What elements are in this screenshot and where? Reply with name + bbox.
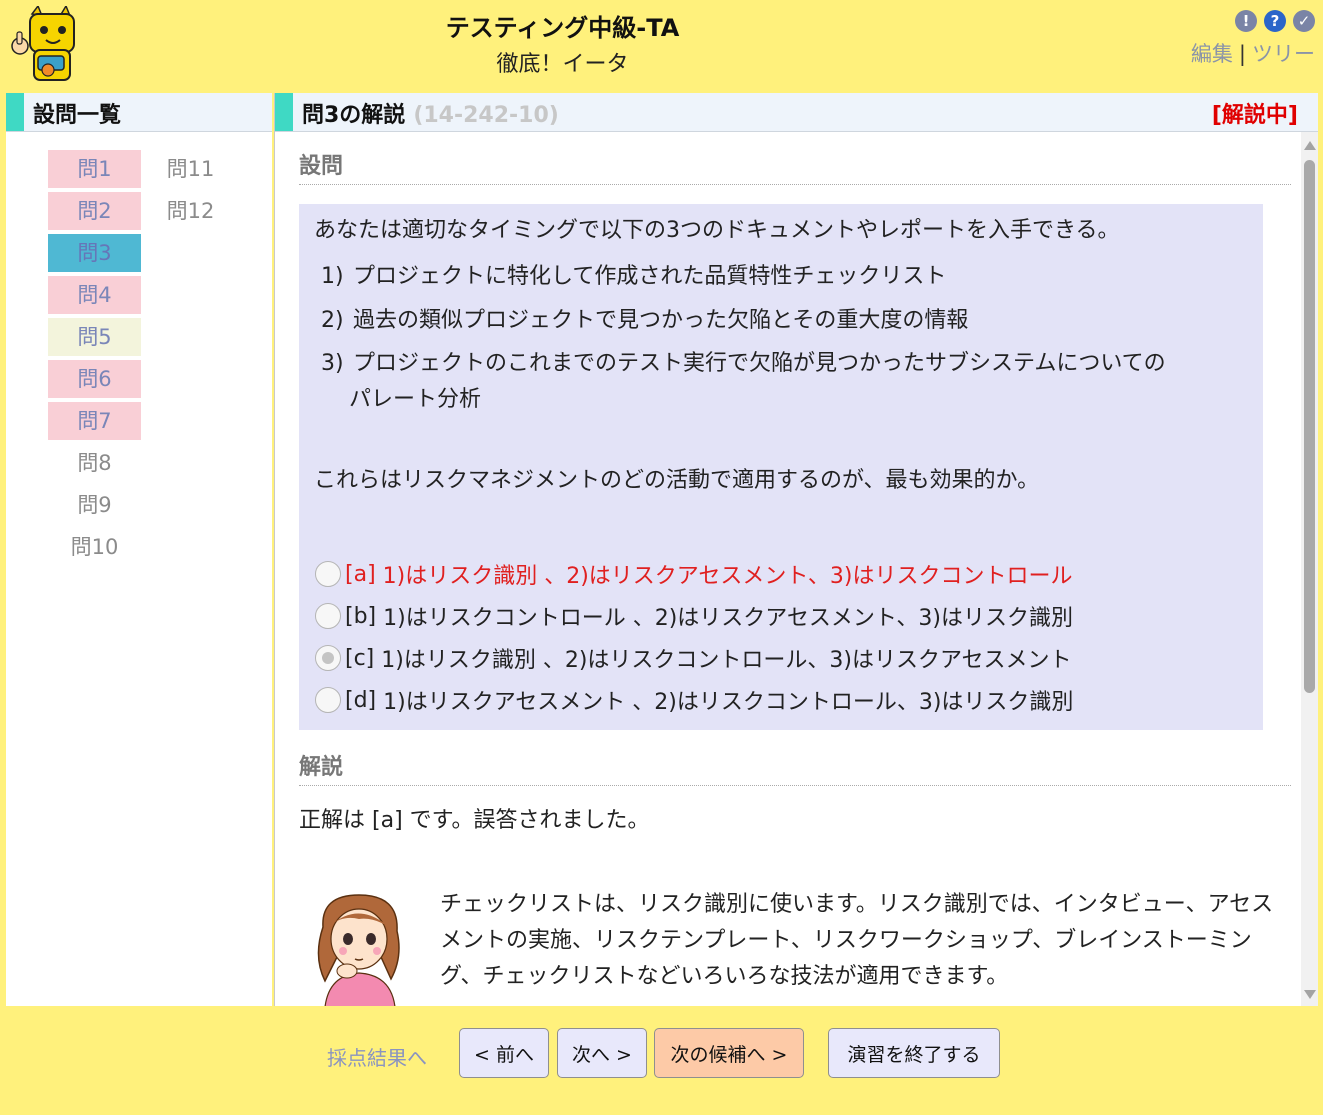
option-key: [c] [345,645,375,671]
item-number: 2) [321,308,344,333]
question-item-12[interactable]: 問12 [144,192,237,230]
footer-bar: 採点結果へ < 前へ 次へ > 次の候補へ > 演習を終了する [0,1006,1323,1115]
info-icon[interactable]: ! [1235,10,1257,32]
question-item-2[interactable]: 問2 [48,192,141,230]
status-badge: [解説中] [1211,103,1298,128]
question-list-title: 設問一覧 [33,103,122,128]
option-key: [b] [345,603,377,629]
option-d[interactable]: [d] 1)はリスクアセスメント 、2)はリスクコントロール、3)はリスク識別 [315,684,1073,716]
question-item-4[interactable]: 問4 [48,276,141,314]
option-text: 1)はリスクコントロール 、2)はリスクアセスメント、3)はリスク識別 [383,606,1073,631]
question-item-3[interactable]: 問3 [48,234,141,272]
option-c[interactable]: [c] 1)はリスク識別 、2)はリスクコントロール、3)はリスクアセスメント [315,642,1072,674]
question-item-7[interactable]: 問7 [48,402,141,440]
header-icons: ! ? ✓ [1235,10,1315,32]
app-title: テスティング中級-TA [445,14,680,42]
prev-button[interactable]: < 前へ [459,1028,549,1078]
item-text: 過去の類似プロジェクトで見つかった欠陥とその重大度の情報 [353,308,969,333]
explanation-text: チェックリストは、リスク識別に使います。リスク識別では、インタビュー、アセスメン… [440,892,1274,989]
answer-prefix: 正解は [299,808,366,833]
option-key: [d] [345,687,377,713]
question-intro: あなたは適切なタイミングで以下の3つのドキュメントやレポートを入手できる。 [314,218,1120,243]
answer-line: 正解は [a] です。誤答されました。 [299,802,649,834]
question-item-6[interactable]: 問6 [48,360,141,398]
check-icon[interactable]: ✓ [1293,10,1315,32]
question-item-10[interactable]: 問10 [48,528,141,566]
scroll-thumb[interactable] [1304,160,1315,693]
option-text: 1)はリスク識別 、2)はリスクコントロール、3)はリスクアセスメント [381,648,1072,673]
character-illustration [317,894,400,1006]
question-item-5[interactable]: 問5 [48,318,141,356]
results-link[interactable]: 採点結果へ [327,1042,427,1071]
section-question-heading: 設問 [299,148,1291,185]
question-item-9[interactable]: 問9 [48,486,141,524]
next-button[interactable]: 次へ > [557,1028,647,1078]
header-accent-bar [275,93,293,131]
item-text: プロジェクトに特化して作成された品質特性チェックリスト [353,264,947,289]
explanation-title: 問3の解説 (14-242-10) [302,97,559,129]
tree-link[interactable]: ツリー [1252,42,1315,66]
question-id: (14-242-10) [413,103,559,128]
question-item-1[interactable]: 問1 [48,150,141,188]
option-text: 1)はリスクアセスメント 、2)はリスクコントロール、3)はリスク識別 [383,690,1074,715]
radio-a[interactable] [315,561,341,587]
question-title: 問3の解説 [302,103,406,128]
question-item-line: 3) プロジェクトのこれまでのテスト実行で欠陥が見つかったサブシステムについての … [321,346,1241,418]
link-separator: | [1238,42,1246,66]
header-accent-bar [6,93,24,131]
question-list-header: 設問一覧 [6,93,272,132]
question-ask: これらはリスクマネジメントのどの活動で適用するのが、最も効果的か。 [314,468,1040,493]
next-candidate-button[interactable]: 次の候補へ > [654,1028,804,1078]
end-exercise-button[interactable]: 演習を終了する [828,1028,1000,1078]
explanation-panel: 問3の解説 (14-242-10) [解説中] 設問 あなたは適切なタイミングで以… [274,93,1318,1006]
header-links: 編集 | ツリー [1191,38,1315,68]
scroll-up-icon[interactable] [1304,141,1316,150]
question-item-line: 2) 過去の類似プロジェクトで見つかった欠陥とその重大度の情報 [321,303,1241,339]
item-number: 1) [321,264,344,289]
item-text-continued: パレート分析 [349,387,482,412]
help-icon[interactable]: ? [1264,10,1286,32]
question-item-8[interactable]: 問8 [48,444,141,482]
radio-d[interactable] [315,687,341,713]
radio-b[interactable] [315,603,341,629]
answer-suffix: です。誤答されました。 [409,808,650,833]
option-key: [a] [345,561,376,587]
item-text: プロジェクトのこれまでのテスト実行で欠陥が見つかったサブシステムについての [353,351,1166,376]
scroll-down-icon[interactable] [1304,990,1316,999]
answer-key: [a] [372,808,403,833]
content-scroll-area[interactable]: 設問 あなたは適切なタイミングで以下の3つのドキュメントやレポートを入手できる。… [275,132,1300,1006]
item-number: 3) [321,351,344,376]
option-text: 1)はリスク識別 、2)はリスクアセスメント、3)はリスクコントロール [382,564,1073,589]
radio-c[interactable] [315,645,341,671]
app-subtitle: 徹底！イータ [496,52,629,77]
option-a[interactable]: [a] 1)はリスク識別 、2)はリスクアセスメント、3)はリスクコントロール [315,558,1073,590]
question-box: あなたは適切なタイミングで以下の3つのドキュメントやレポートを入手できる。 1)… [299,204,1263,730]
vertical-scrollbar[interactable] [1301,132,1318,1006]
question-list-panel: 設問一覧 問1 問2 問3 問4 問5 問6 問7 問8 問9 問10 問11 … [6,93,272,1006]
question-item-line: 1) プロジェクトに特化して作成された品質特性チェックリスト [321,259,1241,295]
section-explain-heading: 解説 [299,749,1291,786]
question-item-11[interactable]: 問11 [144,150,237,188]
option-b[interactable]: [b] 1)はリスクコントロール 、2)はリスクアセスメント、3)はリスク識別 [315,600,1073,632]
edit-link[interactable]: 編集 [1191,42,1233,66]
explanation-header: 問3の解説 (14-242-10) [解説中] [275,93,1318,132]
